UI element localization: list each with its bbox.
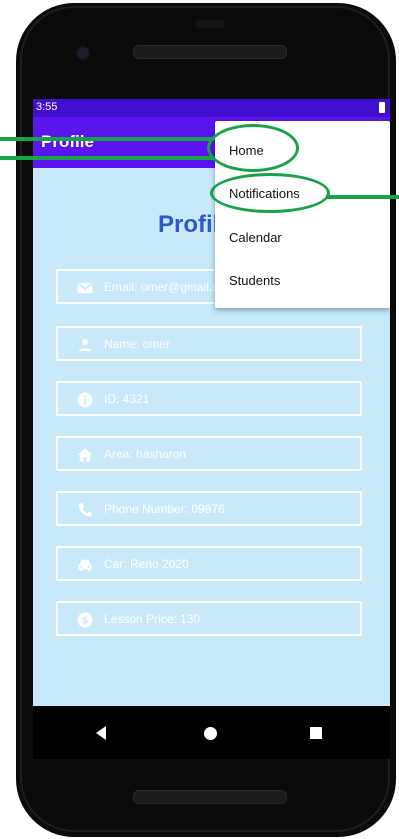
recents-icon[interactable]	[310, 727, 322, 739]
car-field[interactable]: Car: Reno 2020	[56, 546, 362, 581]
app-bar-title: Profile	[41, 132, 94, 151]
notifications-highlight-circle	[210, 173, 330, 213]
info-icon	[77, 392, 93, 408]
id-value: ID: 4321	[104, 392, 150, 406]
bottom-speaker	[133, 790, 287, 804]
android-navigation-bar	[33, 706, 390, 759]
home-icon	[77, 448, 93, 462]
phone-notch	[195, 20, 225, 28]
annotation-arrow-bottom	[0, 156, 214, 160]
name-value: Name: omer	[104, 337, 171, 351]
id-field[interactable]: ID: 4321	[56, 381, 362, 416]
back-icon[interactable]	[96, 726, 106, 740]
phone-field[interactable]: Phone Number: 09876	[56, 491, 362, 526]
person-icon	[79, 339, 91, 351]
annotation-arrow-top	[0, 137, 214, 141]
name-field[interactable]: Name: omer	[56, 326, 362, 361]
top-speaker	[133, 45, 287, 59]
email-icon	[77, 282, 93, 294]
home-highlight-circle	[207, 124, 299, 172]
lesson-price-value: Lesson Price: 130	[104, 612, 201, 626]
camera-icon	[75, 45, 91, 61]
car-value: Car: Reno 2020	[104, 557, 189, 571]
area-value: Area: hasharon	[104, 447, 187, 461]
menu-item-students[interactable]: Students	[229, 273, 280, 288]
lesson-price-field[interactable]: $ Lesson Price: 130	[56, 601, 362, 636]
status-time: 3:55	[36, 101, 58, 113]
annotation-arrow-right	[326, 195, 399, 199]
menu-item-calendar[interactable]: Calendar	[229, 230, 282, 245]
svg-text:$: $	[82, 615, 89, 626]
area-field[interactable]: Area: hasharon	[56, 436, 362, 471]
status-bar: 3:55	[33, 99, 390, 117]
battery-icon	[379, 102, 385, 113]
home-nav-icon[interactable]	[204, 727, 217, 740]
phone-icon	[78, 503, 92, 517]
car-icon	[78, 559, 92, 571]
phone-value: Phone Number: 09876	[104, 502, 225, 516]
dollar-icon: $	[77, 612, 93, 628]
